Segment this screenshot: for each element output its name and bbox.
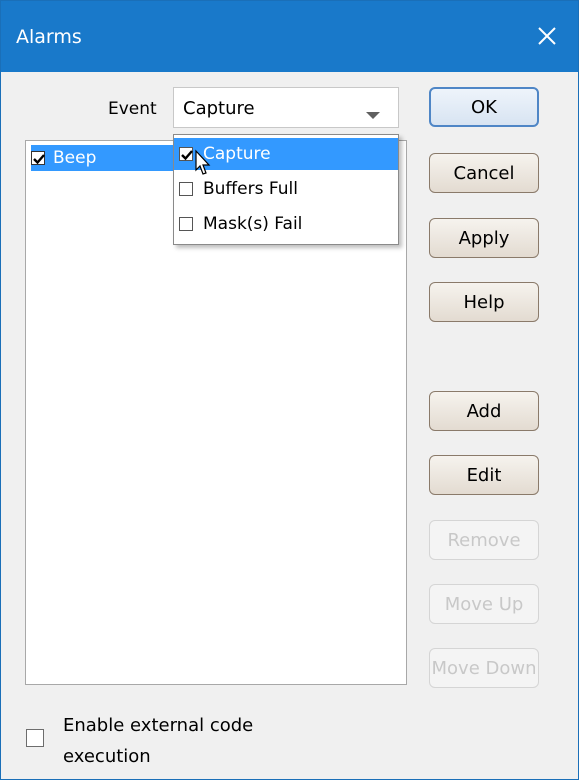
list-item-label: Beep (53, 148, 97, 168)
beep-checkbox[interactable] (31, 151, 45, 165)
dialog-body: Beep Event Capture Capture Buffers Full (1, 72, 578, 779)
mask-fail-checkbox[interactable] (179, 217, 193, 231)
event-label: Event (108, 99, 157, 119)
add-button[interactable]: Add (429, 391, 539, 431)
external-code-checkbox[interactable] (26, 729, 44, 747)
move-down-button: Move Down (429, 648, 539, 688)
title-bar[interactable]: Alarms (1, 1, 578, 72)
edit-button[interactable]: Edit (429, 455, 539, 495)
chevron-down-icon[interactable] (366, 105, 380, 124)
option-label: Mask(s) Fail (203, 214, 303, 234)
event-option-mask-fail[interactable]: Mask(s) Fail (174, 208, 398, 240)
remove-button: Remove (429, 520, 539, 560)
apply-button[interactable]: Apply (429, 218, 539, 258)
buffers-full-checkbox[interactable] (179, 182, 193, 196)
external-code-label: Enable external code execution (63, 715, 254, 767)
event-selected-value: Capture (183, 98, 255, 119)
option-label: Buffers Full (203, 179, 298, 199)
alarms-dialog: Alarms Beep Event Capture Capture Buffer… (0, 0, 579, 780)
help-button[interactable]: Help (429, 282, 539, 322)
window-title: Alarms (16, 26, 82, 48)
close-icon[interactable] (530, 19, 564, 53)
ok-button[interactable]: OK (429, 87, 539, 127)
mouse-cursor-icon (190, 148, 214, 182)
event-combobox[interactable]: Capture (173, 87, 399, 128)
cancel-button[interactable]: Cancel (429, 153, 539, 193)
move-up-button: Move Up (429, 584, 539, 624)
